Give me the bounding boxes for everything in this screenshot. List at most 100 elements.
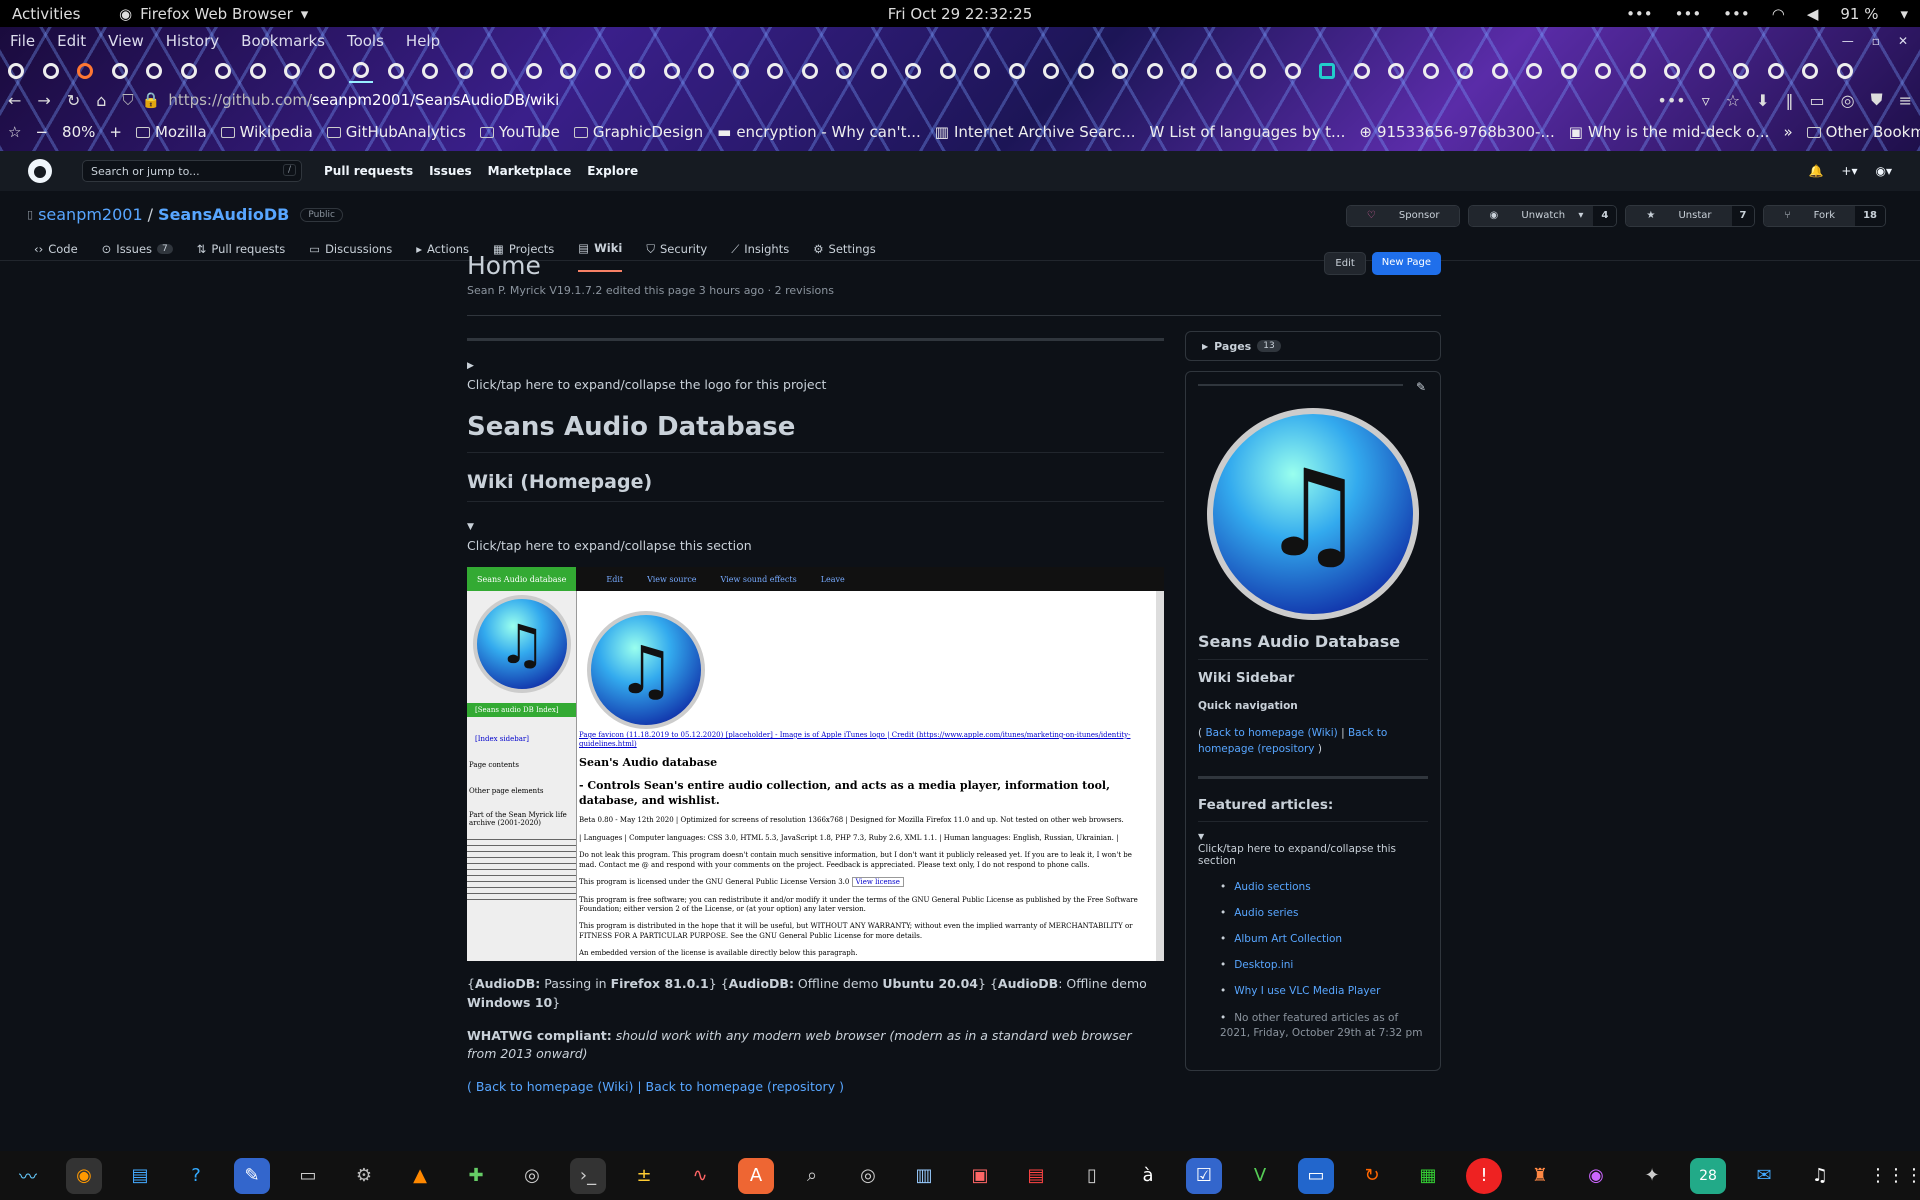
browser-tab[interactable] xyxy=(1350,59,1374,83)
bookmark-item[interactable]: Mozilla xyxy=(135,123,207,141)
update-icon[interactable]: ↻ xyxy=(1354,1158,1390,1194)
browser-tab[interactable] xyxy=(1764,59,1788,83)
app-grid-icon[interactable]: ⋮⋮⋮ xyxy=(1869,1158,1920,1194)
menu-tools[interactable]: Tools xyxy=(347,32,384,50)
browser-tab[interactable] xyxy=(625,59,649,83)
browser-tab[interactable] xyxy=(591,59,615,83)
pocket-icon[interactable]: ▿ xyxy=(1702,91,1710,110)
edit-button[interactable]: Edit xyxy=(1324,252,1366,275)
back-to-repo-link[interactable]: Back to homepage (repository xyxy=(646,1079,836,1094)
ublock-icon[interactable]: ⛊ xyxy=(1871,90,1883,110)
system-tray[interactable]: ••• ••• ••• ◠ ◀ 91 % ▾ xyxy=(1626,5,1908,23)
tab-discussions[interactable]: ▭ Discussions xyxy=(309,241,392,272)
browser-tab[interactable] xyxy=(1108,59,1132,83)
screenshot-icon[interactable]: ▣ xyxy=(962,1158,998,1194)
browser-tab[interactable] xyxy=(556,59,580,83)
zoom-level[interactable]: 80% xyxy=(62,123,95,141)
app-menu[interactable]: ◉ Firefox Web Browser ▾ xyxy=(119,5,308,23)
browser-tab[interactable] xyxy=(1281,59,1305,83)
featured-item[interactable]: Audio sections xyxy=(1220,881,1428,893)
tasks-icon[interactable]: ☑ xyxy=(1186,1157,1222,1194)
browser-tab[interactable] xyxy=(798,59,822,83)
nav-pull-requests[interactable]: Pull requests xyxy=(324,164,413,178)
tab-code[interactable]: ‹› Code xyxy=(34,241,78,272)
bell-icon[interactable]: 🔔 xyxy=(1808,164,1823,178)
plus-icon[interactable]: +▾ xyxy=(1841,164,1857,178)
search-input[interactable]: Search or jump to... / xyxy=(82,160,302,182)
archive-icon[interactable]: ▯ xyxy=(1074,1158,1110,1194)
featured-item[interactable]: Desktop.ini xyxy=(1220,959,1428,971)
browser-tab[interactable] xyxy=(1039,59,1063,83)
repo-owner[interactable]: seanpm2001 xyxy=(38,205,143,224)
browser-tab[interactable] xyxy=(1005,59,1029,83)
calculator-icon[interactable]: ± xyxy=(626,1158,662,1194)
tool-icon[interactable]: ✦ xyxy=(1634,1158,1670,1194)
browser-tab[interactable] xyxy=(660,59,684,83)
logo-toggle[interactable]: Click/tap here to expand/collapse the lo… xyxy=(467,377,1164,392)
menu-bookmarks[interactable]: Bookmarks xyxy=(241,32,325,50)
repo-name[interactable]: SeansAudioDB xyxy=(158,205,289,224)
featured-item[interactable]: Why I use VLC Media Player xyxy=(1220,985,1428,997)
browser-tab[interactable] xyxy=(1177,59,1201,83)
activities-button[interactable]: Activities xyxy=(12,5,97,23)
bookmark-item[interactable]: YouTube xyxy=(479,123,560,141)
graph-icon[interactable]: ∿ xyxy=(682,1158,718,1194)
mail-icon[interactable]: ✉ xyxy=(1746,1158,1782,1194)
browser-tab[interactable] xyxy=(384,59,408,83)
sidebar-icon[interactable]: ▭ xyxy=(1809,91,1824,110)
book-icon[interactable]: ▥ xyxy=(906,1158,942,1194)
bookmark-item[interactable]: ⊕ 91533656-9768b300-... xyxy=(1359,123,1554,141)
star-icon[interactable]: ☆ xyxy=(1726,91,1740,110)
bookmark-item[interactable]: Wikipedia xyxy=(220,123,313,141)
browser-tab[interactable] xyxy=(1074,59,1098,83)
browser-tab[interactable] xyxy=(280,59,304,83)
font-icon[interactable]: à xyxy=(1130,1158,1166,1194)
bookmark-item[interactable]: ▬ encryption - Why can't... xyxy=(717,123,921,141)
nav-marketplace[interactable]: Marketplace xyxy=(488,164,572,178)
browser-tab[interactable] xyxy=(4,59,28,83)
firefox-icon[interactable]: ◉ xyxy=(66,1157,102,1194)
section-toggle[interactable]: Click/tap here to expand/collapse this s… xyxy=(467,538,1164,553)
close-icon[interactable]: ✕ xyxy=(1898,34,1908,48)
nav-explore[interactable]: Explore xyxy=(587,164,638,178)
more-icon[interactable]: ••• xyxy=(1723,5,1750,23)
menu-history[interactable]: History xyxy=(166,32,219,50)
files-icon[interactable]: ▭ xyxy=(290,1158,326,1194)
camera-icon[interactable]: ◉ xyxy=(1578,1158,1614,1194)
alert-icon[interactable]: ! xyxy=(1466,1157,1502,1194)
download-icon[interactable]: ⬇ xyxy=(1756,91,1769,110)
browser-tab[interactable] xyxy=(108,59,132,83)
restore-icon[interactable]: ▫ xyxy=(1872,34,1880,48)
featured-item[interactable]: Audio series xyxy=(1220,907,1428,919)
browser-tab[interactable] xyxy=(1143,59,1167,83)
tab-actions[interactable]: ▸ Actions xyxy=(416,241,469,272)
disclosure-triangle-icon[interactable]: ▶ xyxy=(467,361,1164,371)
browser-tab[interactable] xyxy=(1695,59,1719,83)
browser-tab[interactable] xyxy=(177,59,201,83)
browser-tab[interactable] xyxy=(142,59,166,83)
account-icon[interactable]: ◎ xyxy=(1841,91,1855,110)
browser-tab[interactable] xyxy=(867,59,891,83)
bookmark-item[interactable]: Other Bookmarks xyxy=(1806,123,1920,141)
disclosure-triangle-icon[interactable]: ▼ xyxy=(1198,832,1428,841)
zoom-in-icon[interactable]: + xyxy=(109,123,122,141)
text-editor-icon[interactable]: ✎ xyxy=(234,1157,270,1194)
minimize-icon[interactable]: — xyxy=(1842,34,1854,48)
chevron-right-icon[interactable]: » xyxy=(1783,123,1792,141)
browser-tab[interactable] xyxy=(73,59,97,83)
terminal-icon[interactable]: ›_ xyxy=(570,1157,606,1194)
menu-edit[interactable]: Edit xyxy=(57,32,86,50)
new-page-button[interactable]: New Page xyxy=(1371,252,1441,275)
back-to-wiki-link[interactable]: Back to homepage (Wiki) xyxy=(1205,727,1337,739)
github-logo-icon[interactable] xyxy=(28,159,52,183)
back-to-wiki-link[interactable]: Back to homepage (Wiki) xyxy=(476,1079,634,1094)
browser-tab[interactable] xyxy=(1833,59,1857,83)
pencil-icon[interactable]: ✎ xyxy=(1416,380,1426,394)
writer-icon[interactable]: ▤ xyxy=(122,1158,158,1194)
browser-tab[interactable] xyxy=(1798,59,1822,83)
bookmark-item[interactable]: ▥ Internet Archive Searc... xyxy=(935,123,1136,141)
bookmark-star-icon[interactable]: ☆ xyxy=(8,123,21,141)
featured-item[interactable]: Album Art Collection xyxy=(1220,933,1428,945)
browser-tab[interactable] xyxy=(936,59,960,83)
browser-tab[interactable] xyxy=(1419,59,1443,83)
